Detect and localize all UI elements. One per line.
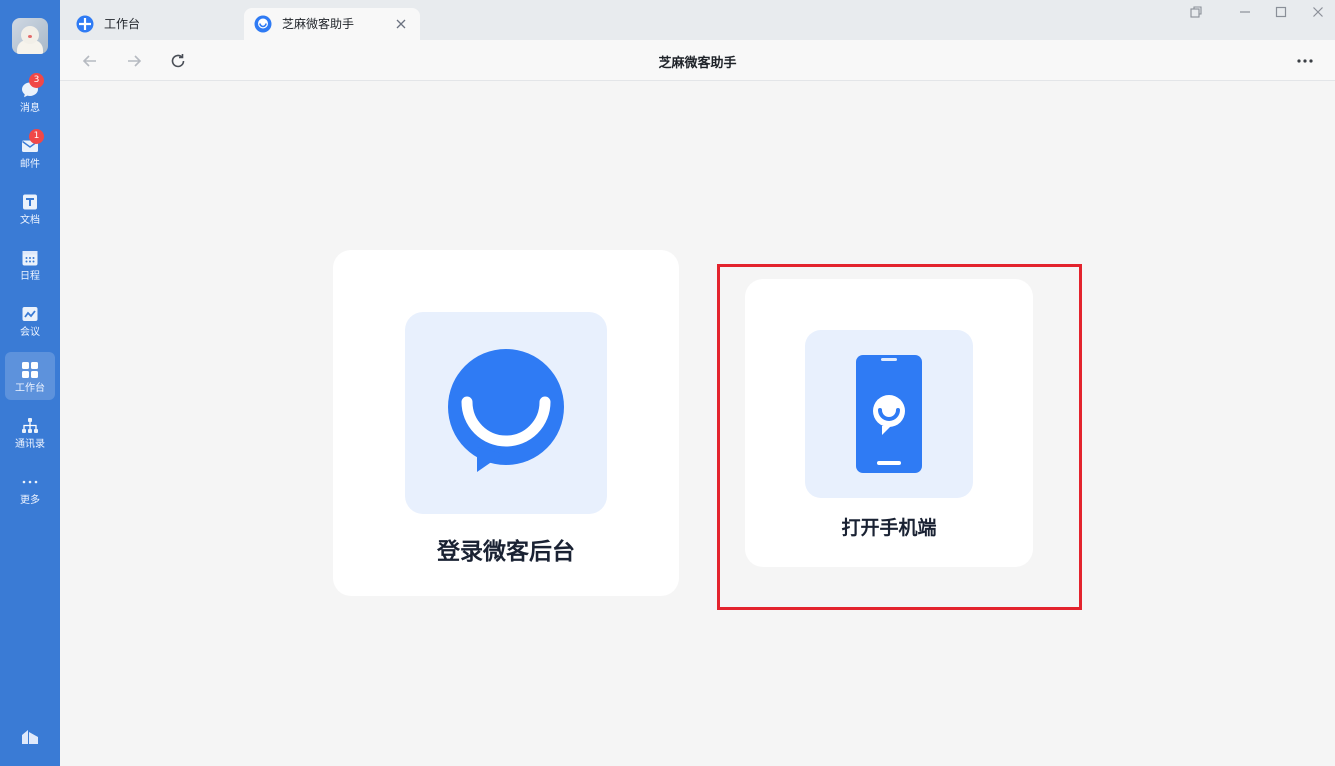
sidebar-item-mail[interactable]: 1 邮件 [5,128,55,176]
main-content: 登录微客后台 打开手机端 [60,81,1335,766]
maximize-icon[interactable] [1273,4,1289,20]
login-backend-card[interactable]: 登录微客后台 [333,250,679,596]
close-window-icon[interactable] [1310,4,1326,20]
tab-label: 芝麻微客助手 [282,17,355,31]
avatar[interactable] [12,18,48,54]
browser-toolbar: 芝麻微客助手 [60,40,1335,81]
weike-assistant-icon [254,15,272,33]
more-options-icon[interactable] [1295,51,1315,71]
document-icon [23,194,37,210]
sidebar-item-meetings[interactable]: 会议 [5,296,55,344]
sidebar-item-workbench[interactable]: 工作台 [5,352,55,400]
login-backend-icon-box [405,312,607,514]
sidebar-item-label: 工作台 [15,383,45,394]
sidebar-item-label: 会议 [20,327,40,338]
login-backend-label: 登录微客后台 [437,539,575,565]
messages-badge: 3 [29,73,44,88]
highlight-box [717,264,1082,610]
sidebar-item-label: 更多 [20,495,40,506]
sidebar-item-more[interactable]: 更多 [5,464,55,512]
sidebar-item-messages[interactable]: 3 消息 [5,72,55,120]
page-title: 芝麻微客助手 [658,56,737,71]
sidebar-item-calendar[interactable]: 日程 [5,240,55,288]
workbench-icon [76,15,94,33]
tab-weike-assistant[interactable]: 芝麻微客助手 [244,8,420,40]
sidebar-item-docs[interactable]: 文档 [5,184,55,232]
sidebar-item-contacts[interactable]: 通讯录 [5,408,55,456]
mail-badge: 1 [29,129,44,144]
meeting-icon [22,307,38,321]
tab-label: 工作台 [104,17,141,31]
close-tab-icon[interactable] [394,17,408,31]
sidebar-item-label: 日程 [20,271,40,282]
tab-workbench[interactable]: 工作台 [60,8,242,40]
tab-bar: 工作台 芝麻微客助手 [60,0,1335,40]
sidebar-item-label: 邮件 [20,159,40,170]
sidebar-item-label: 通讯录 [15,439,45,450]
more-dots-icon [22,480,38,484]
calendar-icon [22,251,38,266]
sidebar-item-label: 文档 [20,215,40,226]
chat-smile-bubble-icon [448,349,564,472]
minimize-icon[interactable] [1237,4,1253,20]
home-logo-icon[interactable] [20,726,40,746]
workbench-grid-icon [22,362,38,378]
org-chart-icon [22,418,38,433]
sidebar-item-label: 消息 [20,103,40,114]
pin-window-icon[interactable] [1188,4,1204,20]
sidebar: 3 消息 1 邮件 文档 日程 会议 工作台 通讯录 更多 [0,0,60,766]
